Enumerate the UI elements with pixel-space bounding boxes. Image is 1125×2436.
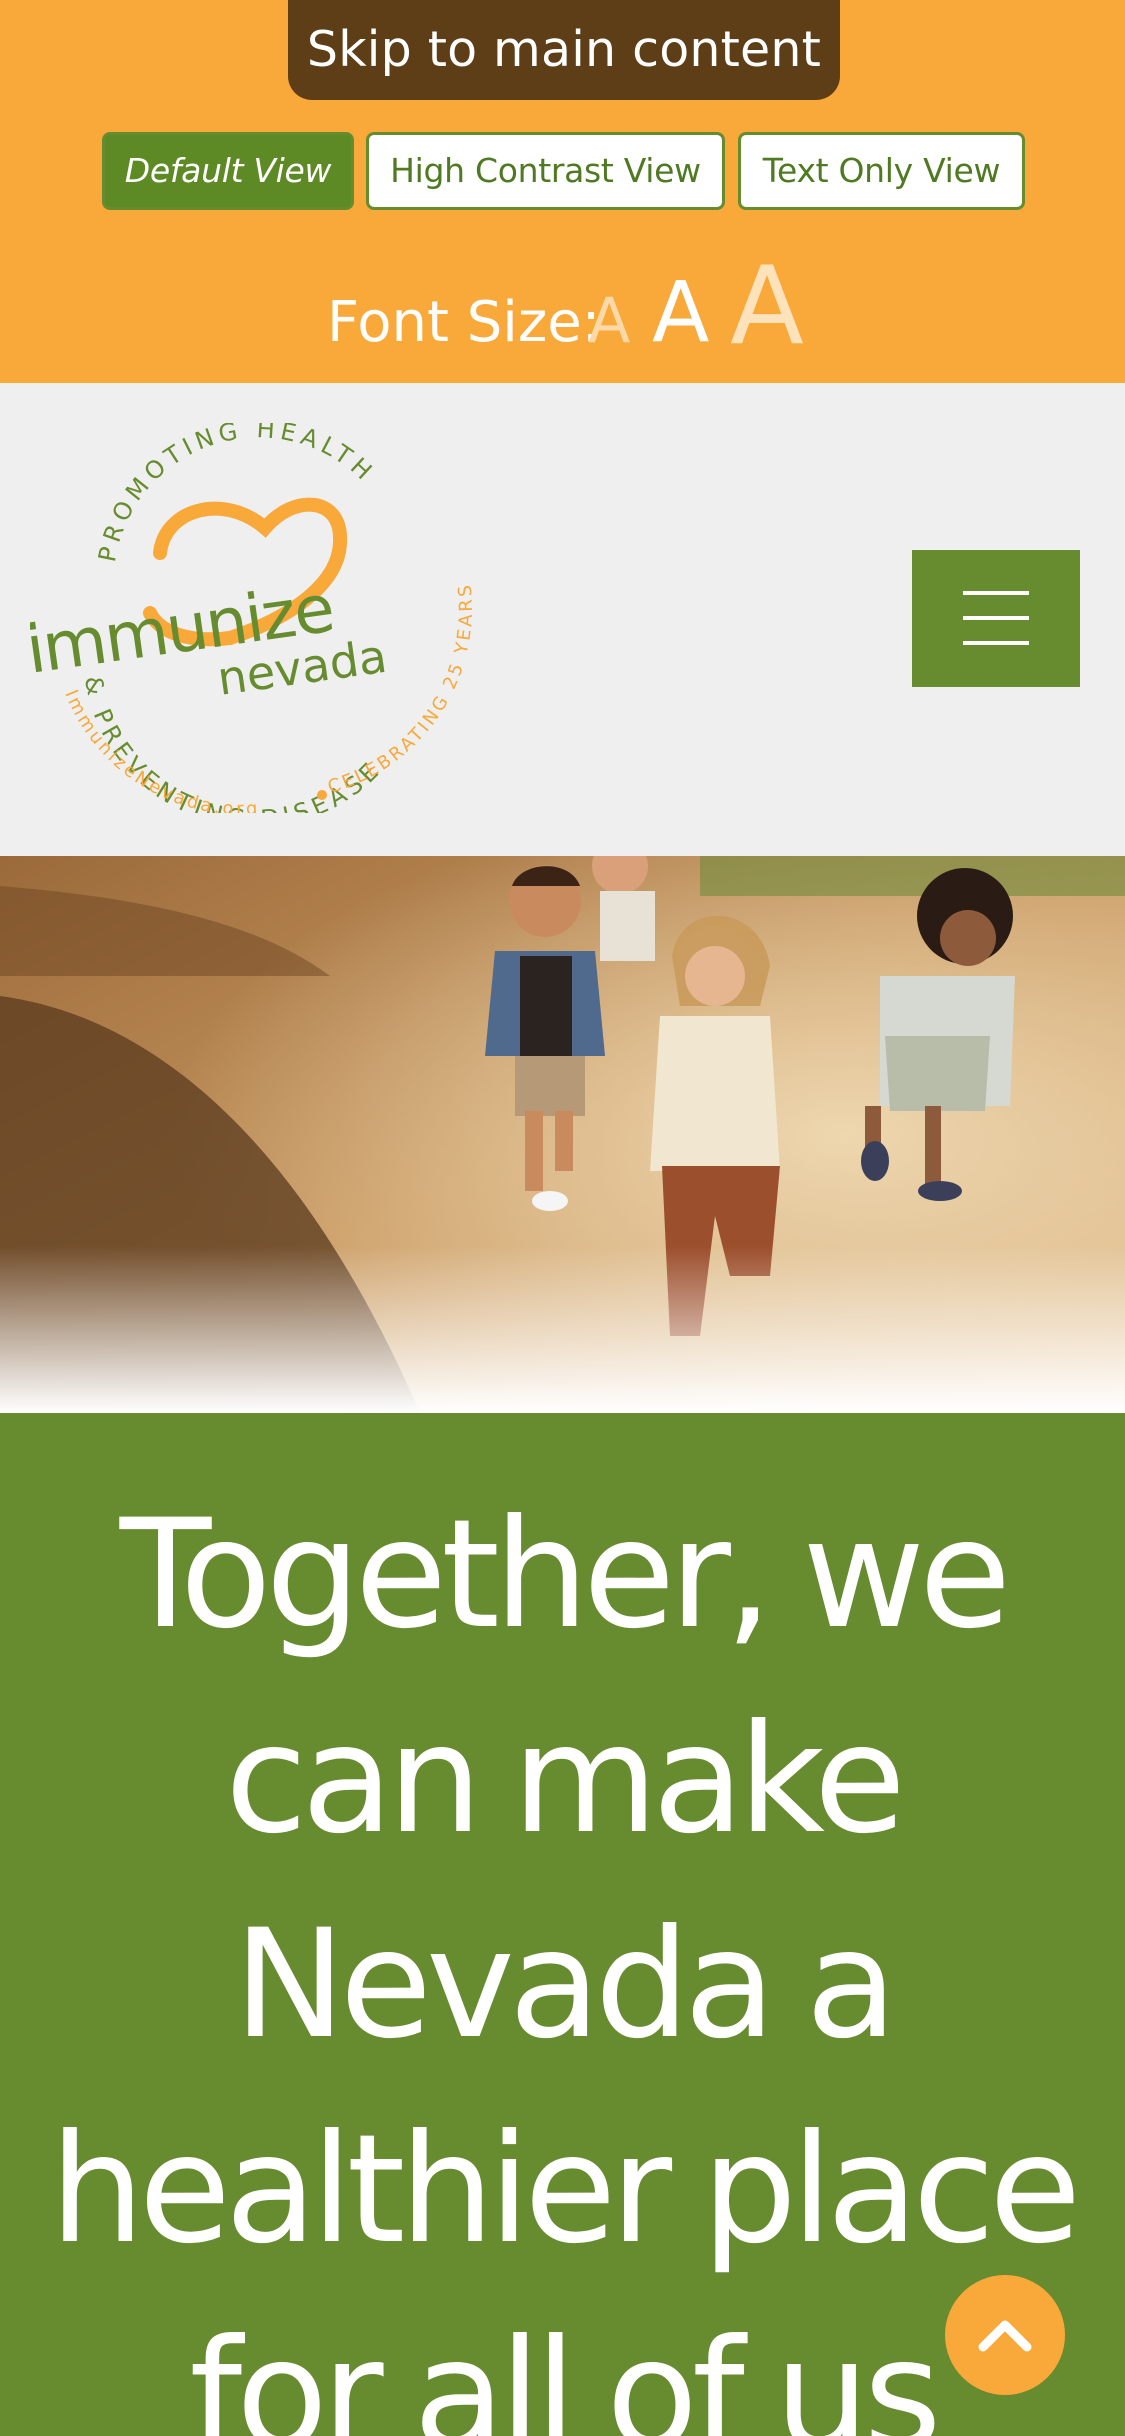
hero-image: [0, 856, 1125, 1413]
children-running-outdoors-photo: [0, 856, 1125, 1413]
site-header: PROMOTING HEALTH & PREVENTING DISEASE Im…: [0, 383, 1125, 856]
hamburger-menu-icon: [963, 591, 1029, 595]
back-to-top-button[interactable]: [945, 2275, 1065, 2395]
font-size-medium-button[interactable]: A: [652, 270, 709, 354]
logo-graphic: PROMOTING HEALTH & PREVENTING DISEASE Im…: [22, 415, 477, 833]
svg-text:CELEBRATING 25 YEARS: CELEBRATING 25 YEARS: [325, 581, 477, 798]
logo-anniversary-text: CELEBRATING 25 YEARS: [325, 581, 474, 798]
accessibility-toolbar: Skip to main content Default View High C…: [0, 0, 1125, 383]
text-only-view-button[interactable]: Text Only View: [738, 132, 1025, 210]
logo-heart-dot-icon: [317, 790, 327, 800]
hamburger-menu-icon-bar: [963, 616, 1029, 620]
skip-to-main-content-link[interactable]: Skip to main content: [288, 0, 840, 100]
font-size-small-button[interactable]: A: [588, 290, 630, 352]
font-size-label: Font Size:: [327, 290, 601, 355]
high-contrast-view-button[interactable]: High Contrast View: [366, 132, 725, 210]
main-headline: Together, we can make Nevada a healthier…: [49, 1488, 1082, 2436]
main-headline-section: Together, we can make Nevada a healthier…: [0, 1413, 1125, 2436]
immunize-nevada-logo[interactable]: PROMOTING HEALTH & PREVENTING DISEASE Im…: [22, 415, 480, 833]
font-size-controls: Font Size: A A A: [0, 245, 1125, 375]
chevron-up-icon: [978, 2320, 1032, 2352]
hamburger-menu-button[interactable]: [912, 550, 1080, 687]
hamburger-menu-icon-bar: [963, 641, 1029, 645]
default-view-button[interactable]: Default View: [102, 132, 354, 210]
font-size-large-button[interactable]: A: [730, 253, 804, 361]
